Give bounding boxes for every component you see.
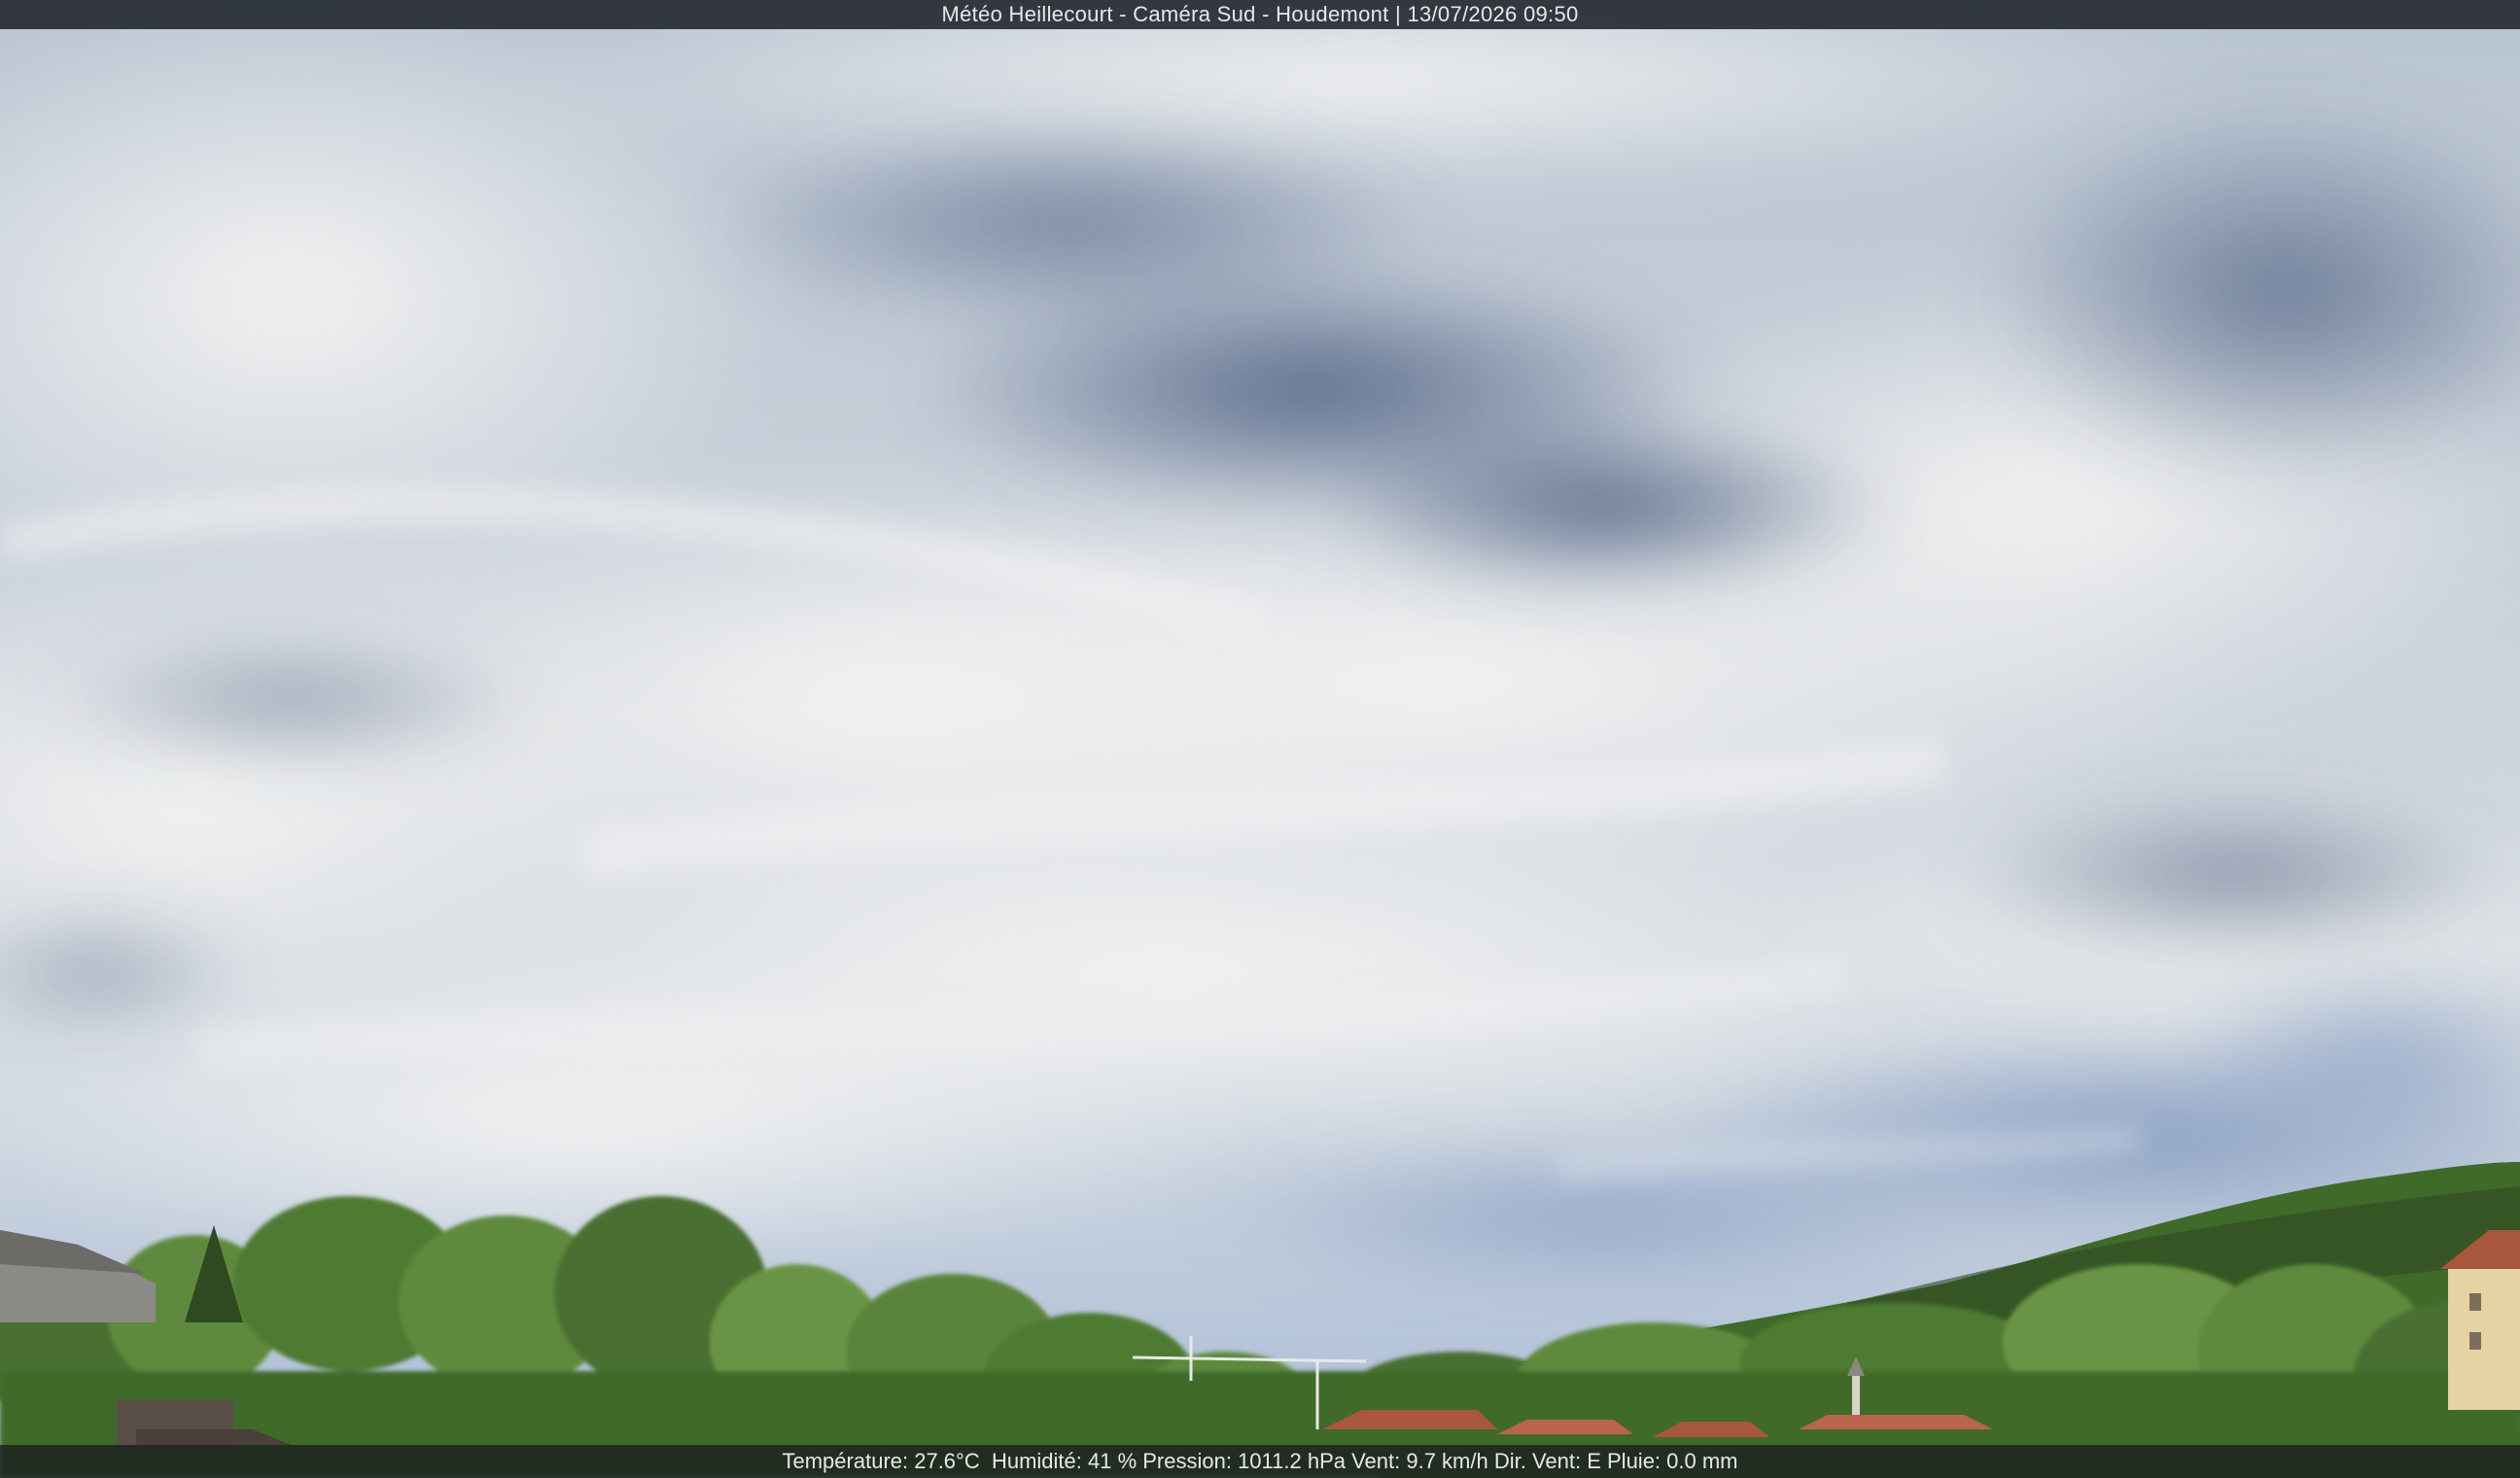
weather-readings: Température: 27.6°C Humidité: 41 % Press…: [782, 1449, 1738, 1473]
weather-readings-bar: Température: 27.6°C Humidité: 41 % Press…: [0, 1445, 2520, 1478]
webcam-title: Météo Heillecourt - Caméra Sud - Houdemo…: [941, 2, 1579, 26]
webcam-scene: [0, 0, 2520, 1478]
webcam-frame: Météo Heillecourt - Caméra Sud - Houdemo…: [0, 0, 2520, 1478]
webcam-title-bar: Météo Heillecourt - Caméra Sud - Houdemo…: [0, 0, 2520, 29]
